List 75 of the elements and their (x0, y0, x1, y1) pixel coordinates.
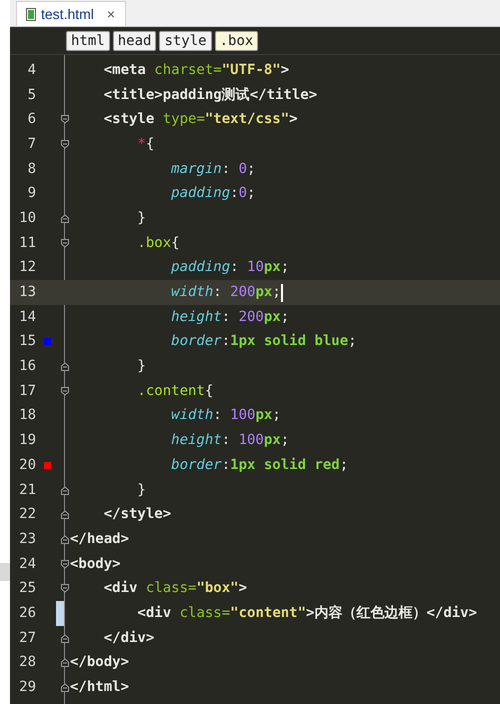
breadcrumb-item[interactable]: html (66, 30, 110, 50)
line-number: 12 (18, 258, 36, 278)
file-icon (26, 8, 36, 20)
fold-icon[interactable] (60, 238, 70, 249)
line-number: 5 (26, 86, 36, 105)
code-line: <div class="content">内容（红色边框）</div> (136, 604, 478, 623)
line-number: 19 (18, 431, 36, 450)
code-line: </style> (102, 505, 172, 524)
fold-icon[interactable] (60, 361, 70, 372)
line-number: 10 (18, 208, 36, 228)
code-line: <meta charset="UTF-8"> (102, 60, 290, 80)
fold-icon[interactable] (60, 534, 70, 545)
line-number: 26 (18, 604, 36, 623)
line-number: 27 (18, 628, 36, 648)
line-number: 21 (18, 480, 36, 500)
line-number: 24 (18, 554, 36, 574)
code-line: height: 100px; (170, 431, 290, 450)
fold-icon[interactable] (60, 114, 70, 126)
code-line: <title>padding测试</title> (102, 86, 318, 105)
code-line: height: 200px; (170, 308, 290, 327)
line-number: 22 (18, 505, 36, 524)
fold-icon[interactable] (60, 509, 70, 520)
breadcrumb-item[interactable]: .box (214, 30, 258, 50)
code-line: margin: 0; (170, 160, 256, 179)
file-tab[interactable]: test.html × (16, 1, 126, 26)
line-number: 20 (18, 456, 36, 475)
panel-edge (0, 563, 10, 581)
code-line: </head> (70, 530, 130, 549)
line-number: 11 (18, 234, 36, 253)
line-number: 23 (18, 530, 36, 549)
code-line: width: 100px; (170, 406, 281, 426)
line-number: 18 (18, 406, 36, 426)
line-number: 29 (18, 678, 36, 698)
line-number: 16 (18, 357, 36, 376)
fold-icon[interactable] (60, 682, 70, 694)
line-number: 13 (18, 283, 36, 302)
fold-icon[interactable] (60, 484, 70, 496)
fold-icon[interactable] (60, 386, 70, 397)
code-line: padding: 10px; (170, 258, 290, 278)
code-line: } (136, 480, 146, 500)
fold-icon[interactable] (60, 558, 70, 570)
line-number: 15 (18, 332, 36, 352)
line-number: 28 (18, 653, 36, 672)
code-line: <body> (70, 554, 121, 574)
code-line: </body> (70, 653, 130, 672)
fold-icon[interactable] (60, 212, 70, 224)
fold-icon[interactable] (60, 632, 70, 644)
code-line: } (136, 208, 146, 228)
code-line: </html> (70, 678, 130, 698)
breadcrumb-item[interactable]: style (159, 30, 212, 50)
tab-title: test.html (41, 4, 94, 24)
line-number: 9 (26, 184, 36, 204)
line-number: 14 (18, 308, 36, 327)
line-number: 7 (26, 134, 36, 154)
code-line: <div class="box"> (102, 579, 248, 598)
code-line: <style type="text/css"> (102, 110, 298, 130)
fold-icon[interactable] (60, 657, 70, 668)
line-number: 17 (18, 382, 36, 401)
code-line: } (136, 357, 146, 376)
code-line: .content{ (136, 382, 214, 401)
breadcrumb-item[interactable]: head (112, 30, 156, 50)
code-line: padding:0; (170, 184, 256, 204)
code-line: width: 200px; (170, 282, 283, 304)
code-line: *{ (136, 134, 154, 154)
close-button[interactable]: × (106, 7, 116, 21)
code-line: .box{ (136, 234, 180, 253)
line-number: 8 (26, 160, 36, 179)
line-number: 25 (18, 579, 36, 598)
line-number: 6 (26, 110, 36, 130)
code-line: border:1px solid red; (170, 456, 348, 475)
code-line: </div> (102, 628, 154, 648)
fold-icon[interactable] (60, 583, 70, 594)
line-number: 4 (26, 60, 36, 80)
code-line: border:1px solid blue; (170, 332, 357, 352)
fold-icon[interactable] (60, 138, 70, 150)
